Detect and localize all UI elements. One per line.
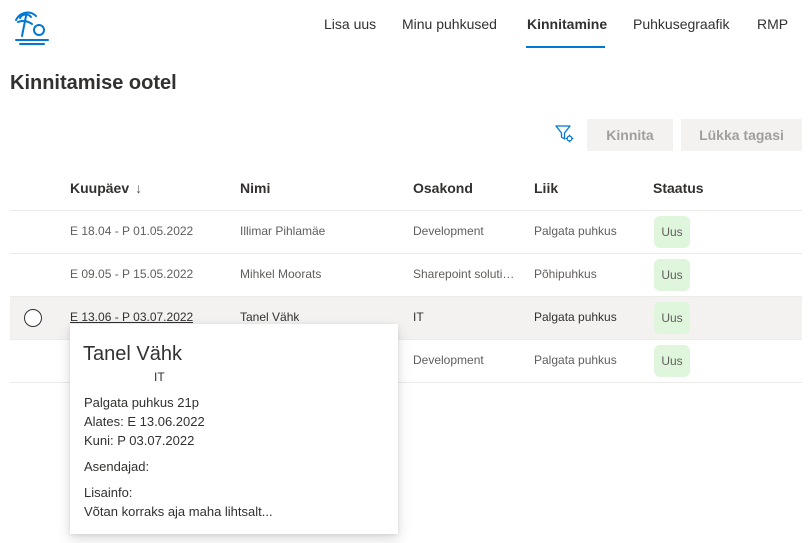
- department-cell: Development: [413, 353, 484, 367]
- nav-item-minu-puhkused[interactable]: Minu puhkused: [402, 16, 497, 32]
- name-cell: Tanel Vähk: [240, 310, 300, 324]
- nav-item-lisa-uus[interactable]: Lisa uus: [324, 16, 376, 32]
- column-header-type[interactable]: Liik: [534, 180, 558, 196]
- table-header: Kuupäev ↓ Nimi Osakond Liik Staatus: [10, 168, 802, 211]
- type-cell: Palgata puhkus: [534, 224, 617, 238]
- employee-hover-card: Tanel Vähk IT Palgata puhkus 21p Alates:…: [70, 324, 398, 534]
- card-substitutes-label: Asendajad:: [84, 459, 150, 474]
- nav-item-rmp[interactable]: RMP: [757, 16, 788, 32]
- status-badge: Uus: [654, 259, 690, 291]
- nav-item-puhkusegraafik[interactable]: Puhkusegraafik: [633, 16, 730, 32]
- card-leave-type: Palgata puhkus 21p: [84, 395, 199, 410]
- department-cell: Development: [413, 224, 484, 238]
- filter-settings-icon[interactable]: [553, 122, 577, 146]
- date-cell: E 09.05 - P 15.05.2022: [70, 267, 194, 281]
- column-header-date-label: Kuupäev: [70, 180, 130, 196]
- department-cell: IT: [413, 310, 424, 324]
- type-cell: Palgata puhkus: [534, 353, 617, 367]
- column-header-department[interactable]: Osakond: [413, 180, 473, 196]
- type-cell: Põhipuhkus: [534, 267, 597, 281]
- card-info-label: Lisainfo:: [84, 485, 133, 500]
- type-cell: Palgata puhkus: [534, 310, 617, 324]
- status-badge: Uus: [654, 216, 690, 248]
- department-cell: Sharepoint solutions: [413, 267, 515, 281]
- name-cell: Mihkel Moorats: [240, 267, 322, 281]
- page-title: Kinnitamise ootel: [10, 72, 177, 94]
- status-badge: Uus: [654, 302, 690, 334]
- date-link[interactable]: E 13.06 - P 03.07.2022: [70, 310, 193, 324]
- column-header-date[interactable]: Kuupäev ↓: [70, 180, 142, 196]
- reject-button[interactable]: Lükka tagasi: [681, 119, 802, 151]
- approve-button[interactable]: Kinnita: [587, 119, 673, 151]
- date-cell: E 18.04 - P 01.05.2022: [70, 224, 194, 238]
- nav-item-kinnitamine[interactable]: Kinnitamine: [527, 16, 607, 32]
- column-header-status[interactable]: Staatus: [653, 180, 704, 196]
- table-row[interactable]: E 09.05 - P 15.05.2022 Mihkel Moorats Sh…: [10, 254, 802, 297]
- main-nav: Lisa uus Minu puhkused Kinnitamine Puhku…: [0, 0, 808, 50]
- card-info-text: Võtan korraks aja maha lihtsalt...: [84, 504, 273, 519]
- card-to-date: Kuni: P 03.07.2022: [84, 433, 195, 448]
- sort-down-icon: ↓: [135, 180, 143, 196]
- column-header-name[interactable]: Nimi: [240, 180, 270, 196]
- name-cell: Illimar Pihlamäe: [240, 224, 326, 238]
- card-from-date: Alates: E 13.06.2022: [84, 414, 205, 429]
- card-employee-name: Tanel Vähk: [83, 343, 182, 365]
- active-tab-indicator: [526, 46, 605, 48]
- table-row[interactable]: E 18.04 - P 01.05.2022 Illimar Pihlamäe …: [10, 211, 802, 254]
- status-badge: Uus: [654, 345, 690, 377]
- row-select-radio[interactable]: [24, 309, 42, 327]
- header: Lisa uus Minu puhkused Kinnitamine Puhku…: [0, 0, 808, 50]
- card-department: IT: [154, 370, 165, 384]
